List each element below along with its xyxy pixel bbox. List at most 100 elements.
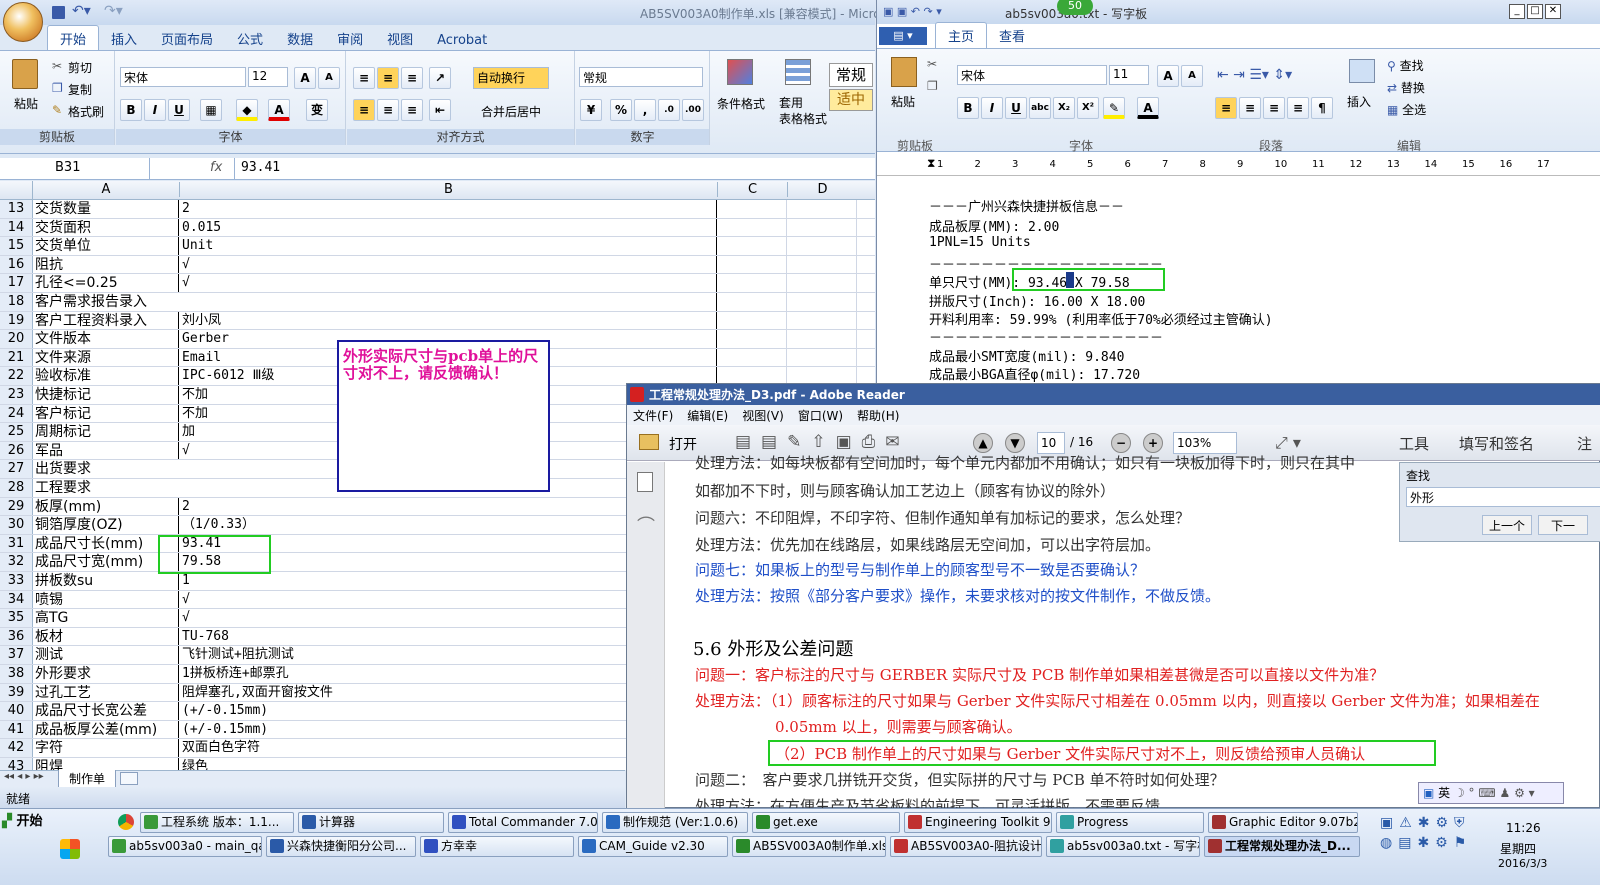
comment-button[interactable]: 注	[1577, 433, 1592, 454]
wordpad-align-right[interactable]: ≡	[1263, 97, 1285, 119]
row-header[interactable]: 20	[0, 330, 33, 348]
row-header[interactable]: 36	[0, 627, 33, 646]
clock-time[interactable]: 11:26	[1506, 821, 1541, 835]
taskbar-button[interactable]: 制作规范 (Ver:1.0.6)	[602, 812, 748, 833]
row-header[interactable]: 32	[0, 553, 33, 571]
wordpad-underline[interactable]: U	[1005, 97, 1027, 119]
wordpad-quick-icons[interactable]: ▣ ▣ ↶ ↷ ▾	[883, 5, 942, 18]
pages-panel-icon[interactable]	[637, 472, 653, 492]
cell-a[interactable]: 交货单位	[33, 237, 179, 255]
cell-a[interactable]: 成品板厚公差(mm)	[33, 720, 179, 739]
tray-icons[interactable]: ▣⚠✱⚙⛨ ◍▤✱⚙⚑	[1380, 813, 1480, 873]
tab-insert[interactable]: 插入	[99, 26, 149, 51]
row-header[interactable]: 31	[0, 534, 33, 553]
merge-center-button[interactable]: 合并后居中	[481, 103, 541, 120]
underline-button[interactable]: U	[168, 99, 190, 121]
taskbar-button[interactable]: 工程系统 版本：1.1...	[140, 812, 294, 833]
wordpad-cut-icon[interactable]: ✂	[927, 57, 937, 71]
wordpad-subscript[interactable]: X₂	[1053, 97, 1075, 119]
wordpad-tab-view[interactable]: 查看	[987, 23, 1037, 48]
select-all-corner[interactable]	[0, 181, 33, 200]
wordpad-indent-buttons[interactable]: ⇤ ⇥ ☰▾ ⇕▾	[1217, 67, 1292, 83]
row-header[interactable]: 18	[0, 293, 33, 311]
cell-d[interactable]	[787, 274, 857, 292]
cell-c[interactable]	[717, 311, 787, 330]
row-header[interactable]: 33	[0, 572, 33, 590]
row-header[interactable]: 23	[0, 386, 33, 404]
font-size-select[interactable]: 12	[248, 67, 288, 87]
wordpad-tab-home[interactable]: 主页	[935, 22, 988, 48]
wrap-text-button[interactable]: 自动换行	[473, 67, 549, 89]
maximize-button[interactable]: □	[1527, 4, 1543, 19]
page-number-input[interactable]: 10	[1037, 432, 1065, 454]
table-row[interactable]: 15 交货单位 Unit	[0, 237, 875, 256]
cell-a[interactable]: 军品	[33, 441, 179, 460]
cell-a[interactable]: 客户需求报告录入	[33, 293, 717, 311]
cell-d[interactable]	[787, 293, 857, 311]
row-header[interactable]: 22	[0, 367, 33, 385]
format-painter-button[interactable]: 格式刷	[68, 103, 104, 120]
cell-b[interactable]: 0.015	[179, 218, 717, 237]
taskbar-button[interactable]: ab5sv003a0.txt - 写字板	[1046, 836, 1200, 857]
cell-d[interactable]	[787, 200, 857, 218]
row-header[interactable]: 42	[0, 739, 33, 757]
conditional-format-icon[interactable]	[727, 59, 753, 85]
row-header[interactable]: 14	[0, 218, 33, 237]
find-next-button[interactable]: 下一	[1538, 515, 1588, 535]
increase-decimal-button[interactable]: .0	[658, 99, 680, 121]
sheet-nav-icons[interactable]: ◂◂ ◂ ▸ ▸▸	[4, 771, 44, 782]
menu-window[interactable]: 窗口(W)	[798, 407, 843, 424]
open-folder-icon[interactable]	[639, 434, 659, 450]
row-header[interactable]: 15	[0, 237, 33, 255]
sheet-tab-production[interactable]: 制作单	[58, 770, 117, 788]
cell-a[interactable]: 成品尺寸长宽公差	[33, 702, 179, 720]
row-header[interactable]: 40	[0, 702, 33, 720]
cell-d[interactable]	[787, 237, 857, 255]
row-header[interactable]: 38	[0, 665, 33, 683]
wordpad-align-center[interactable]: ≡	[1239, 97, 1261, 119]
wordpad-font-color[interactable]: A	[1137, 97, 1159, 119]
menu-edit[interactable]: 编辑(E)	[687, 407, 728, 424]
font-name-select[interactable]: 宋体	[120, 67, 246, 87]
cell-c[interactable]	[717, 348, 787, 367]
cell-c[interactable]	[717, 237, 787, 255]
comma-button[interactable]: ,	[634, 99, 656, 121]
tab-acrobat[interactable]: Acrobat	[425, 30, 499, 51]
menu-help[interactable]: 帮助(H)	[857, 407, 899, 424]
cell-c[interactable]	[717, 293, 787, 311]
row-header[interactable]: 13	[0, 200, 33, 218]
taskbar-button[interactable]: AB5SV003A0制作单.xls ...	[732, 836, 886, 857]
row-header[interactable]: 16	[0, 255, 33, 274]
wordpad-strike[interactable]: abc	[1029, 97, 1051, 119]
shrink-font-button[interactable]: A	[318, 67, 340, 89]
zoom-in-button[interactable]: +	[1143, 433, 1163, 453]
align-right-button[interactable]: ≡	[401, 99, 423, 121]
row-header[interactable]: 30	[0, 516, 33, 534]
italic-button[interactable]: I	[144, 99, 166, 121]
taskbar-button[interactable]: CAM_Guide v2.30	[578, 836, 728, 857]
taskbar-button[interactable]: 工程常规处理办法_D...	[1204, 836, 1360, 857]
menu-view[interactable]: 视图(V)	[742, 407, 784, 424]
cell-b[interactable]: Unit	[179, 237, 717, 255]
cell-a[interactable]: 过孔工艺	[33, 683, 179, 702]
align-top-button[interactable]: ≡	[353, 67, 375, 89]
font-color-button[interactable]: A	[268, 99, 290, 121]
paste-icon[interactable]	[12, 59, 38, 89]
row-header[interactable]: 35	[0, 609, 33, 627]
number-format-select[interactable]: 常规	[579, 67, 703, 87]
fill-color-button[interactable]: ◆	[236, 99, 258, 121]
percent-button[interactable]: %	[610, 99, 632, 121]
prev-page-button[interactable]: ▲	[973, 433, 993, 453]
style-normal[interactable]: 常规	[829, 63, 873, 87]
wordpad-document[interactable]: －－－广州兴森快捷拼板信息－－ 成品板厚(MM): 2.00 1PNL=15 Uni…	[877, 176, 1600, 383]
cell-a[interactable]: 高TG	[33, 609, 179, 627]
orientation-button[interactable]: ↗	[429, 67, 451, 89]
paste-button[interactable]: 粘贴	[14, 95, 38, 112]
cell-a[interactable]: 字符	[33, 739, 179, 757]
cell-c[interactable]	[717, 200, 787, 218]
taskbar-button[interactable]: ab5sv003a0 - main_qa	[108, 836, 262, 857]
cell-a[interactable]: 客户标记	[33, 404, 179, 423]
tab-formulas[interactable]: 公式	[225, 26, 275, 51]
new-sheet-icon[interactable]	[120, 772, 138, 785]
align-bottom-button[interactable]: ≡	[401, 67, 423, 89]
